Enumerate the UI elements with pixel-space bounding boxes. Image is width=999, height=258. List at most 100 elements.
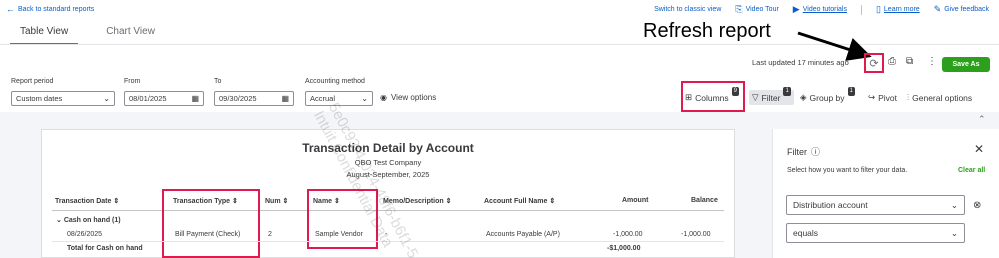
clear-all-link[interactable]: Clear all bbox=[958, 167, 985, 174]
columns-icon: ⊞ bbox=[685, 92, 693, 102]
filter-field-select[interactable]: Distribution account ⌄ bbox=[786, 195, 965, 215]
last-updated-text: Last updated 17 minutes ago bbox=[752, 58, 849, 67]
report-period: August-September, 2025 bbox=[346, 170, 430, 179]
print-icon: ⎙ bbox=[888, 56, 896, 67]
transaction-type-highlight bbox=[162, 189, 260, 258]
report-period-label: Report period bbox=[11, 78, 54, 85]
filter-description: Select how you want to filter your data. bbox=[787, 167, 908, 174]
refresh-button[interactable]: ⟳ bbox=[864, 53, 884, 73]
from-label: From bbox=[124, 78, 141, 85]
accounting-method-value: Accrual bbox=[310, 94, 336, 103]
annotation-refresh-report: Refresh report bbox=[643, 20, 771, 42]
tabs-divider bbox=[0, 44, 999, 45]
col-header-balance[interactable]: Balance bbox=[691, 197, 718, 204]
chevron-down-icon: ⌄ bbox=[56, 217, 62, 224]
cell-date: 08/26/2025 bbox=[67, 231, 103, 238]
chevron-down-icon: ⌄ bbox=[950, 227, 958, 238]
view-options-button[interactable]: ◉ View options bbox=[380, 93, 436, 102]
cell-amount: -1,000.00 bbox=[613, 231, 643, 238]
calendar-icon[interactable]: ▦ bbox=[191, 94, 199, 103]
save-as-button[interactable]: Save As bbox=[942, 57, 990, 72]
filter-field-value: Distribution account bbox=[793, 200, 868, 210]
report-company: QBO Test Company bbox=[354, 158, 422, 167]
general-options-label: General options bbox=[912, 92, 973, 103]
refresh-icon: ⟳ bbox=[869, 57, 879, 70]
group-icon: ◈ bbox=[800, 92, 807, 102]
view-options-label: View options bbox=[390, 93, 437, 102]
back-to-reports-link[interactable]: ← Back to standard reports bbox=[6, 4, 95, 14]
cell-account: Accounts Payable (A/P) bbox=[486, 231, 560, 238]
tab-chart-view[interactable]: Chart View bbox=[96, 26, 165, 45]
columns-badge: 9 bbox=[731, 87, 740, 96]
give-feedback-link[interactable]: ✎ Give feedback bbox=[934, 4, 989, 15]
cell-name: Sample Vendor bbox=[315, 231, 363, 238]
learn-more-label: Learn more bbox=[883, 6, 920, 13]
accounting-method-label: Accounting method bbox=[305, 78, 365, 85]
eye-icon: ◉ bbox=[380, 93, 387, 102]
from-date-value: 08/01/2025 bbox=[129, 94, 167, 103]
play-icon: ▶ bbox=[792, 4, 800, 14]
chevron-down-icon: ⌄ bbox=[950, 199, 958, 210]
cell-type[interactable]: Bill Payment (Check) bbox=[175, 231, 240, 238]
give-feedback-label: Give feedback bbox=[944, 6, 989, 13]
group-by-label: Group by bbox=[809, 92, 845, 103]
book-icon: ▯ bbox=[875, 4, 881, 14]
col-header-amount[interactable]: Amount bbox=[622, 197, 648, 204]
close-icon[interactable]: ✕ bbox=[974, 142, 984, 156]
col-header-account[interactable]: Account Full Name ⇕ bbox=[484, 197, 555, 205]
filter-operator-value: equals bbox=[793, 228, 819, 238]
filter-badge: 1 bbox=[783, 87, 791, 96]
group-by-button[interactable]: ◈ Group by 1 bbox=[800, 87, 855, 103]
report-period-select[interactable]: Custom dates ⌄ bbox=[11, 91, 115, 106]
more-vertical-icon: ⋮ bbox=[927, 56, 937, 67]
cell-balance: -1,000.00 bbox=[681, 231, 711, 238]
back-link-label: Back to standard reports bbox=[18, 6, 95, 13]
video-tutorials-label: Video tutorials bbox=[802, 6, 847, 13]
chevron-down-icon: ⌄ bbox=[361, 94, 368, 103]
learn-more-link[interactable]: ▯ Learn more bbox=[876, 4, 920, 15]
filter-icon: ▽ bbox=[752, 92, 759, 102]
video-tour-label: Video Tour bbox=[745, 6, 779, 13]
camera-icon: ⎘ bbox=[735, 4, 743, 14]
col-header-transaction-date[interactable]: Transaction Date ⇕ bbox=[55, 197, 119, 205]
group-badge: 1 bbox=[847, 87, 855, 96]
arrow-left-icon: ← bbox=[6, 4, 15, 14]
more-button[interactable]: ⋮ bbox=[927, 56, 937, 67]
group-label: Cash on hand (1) bbox=[63, 217, 121, 224]
switch-classic-link[interactable]: Switch to classic view bbox=[654, 6, 721, 13]
filter-operator-select[interactable]: equals ⌄ bbox=[786, 223, 965, 243]
columns-label: Columns bbox=[695, 92, 729, 103]
tab-table-view[interactable]: Table View bbox=[10, 26, 79, 45]
video-tour-link[interactable]: ⎘ Video Tour bbox=[735, 4, 778, 15]
to-label: To bbox=[214, 78, 222, 85]
pivot-button[interactable]: ↪ Pivot bbox=[868, 92, 897, 103]
export-button[interactable]: ⧉ bbox=[906, 56, 913, 67]
pivot-label: Pivot bbox=[878, 92, 898, 103]
filter-panel-title: Filter ⓘ bbox=[787, 145, 821, 158]
calendar-icon[interactable]: ▦ bbox=[281, 94, 289, 103]
total-label: Total for Cash on hand bbox=[67, 245, 143, 252]
remove-filter-icon[interactable]: ⊗ bbox=[973, 200, 981, 211]
cell-num: 2 bbox=[268, 231, 272, 238]
chevron-down-icon: ⌄ bbox=[103, 94, 110, 103]
video-tutorials-link[interactable]: ▶ Video tutorials bbox=[793, 4, 847, 15]
total-amount: -$1,000.00 bbox=[607, 245, 641, 252]
report-period-value: Custom dates bbox=[16, 94, 63, 103]
col-header-num[interactable]: Num ⇕ bbox=[265, 197, 288, 205]
print-button[interactable]: ⎙ bbox=[888, 56, 896, 67]
to-date-input[interactable]: 09/30/2025 ▦ bbox=[214, 91, 294, 106]
divider bbox=[860, 4, 862, 15]
group-row[interactable]: ⌄ Cash on hand (1) bbox=[56, 216, 121, 224]
feedback-icon: ✎ bbox=[933, 4, 942, 14]
settings-sliders-icon: ⫶ bbox=[907, 92, 910, 102]
view-tabs: Table View Chart View bbox=[10, 26, 165, 45]
from-date-input[interactable]: 08/01/2025 ▦ bbox=[124, 91, 204, 106]
report-title: Transaction Detail by Account bbox=[302, 141, 474, 155]
filter-button[interactable]: ▽ Filter 1 bbox=[749, 87, 794, 105]
collapse-chevron-up-icon[interactable]: ⌃ bbox=[978, 114, 986, 125]
columns-button[interactable]: ⊞ Columns 9 bbox=[685, 87, 740, 103]
pivot-icon: ↪ bbox=[868, 92, 876, 102]
general-options-button[interactable]: ⫶ General options bbox=[907, 92, 972, 103]
top-links: Switch to classic view ⎘ Video Tour ▶ Vi… bbox=[654, 4, 989, 15]
help-icon[interactable]: ⓘ bbox=[811, 145, 820, 158]
